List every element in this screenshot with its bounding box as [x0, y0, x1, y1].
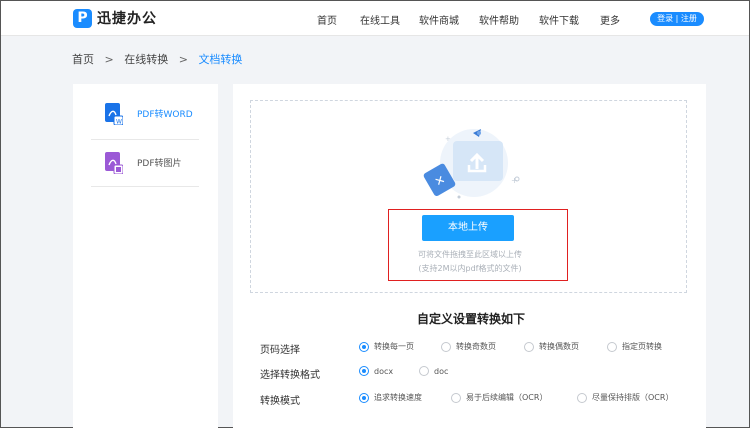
radio-label: docx: [374, 366, 394, 376]
svg-text:+: +: [445, 135, 451, 143]
radio-even-pages[interactable]: 转换偶数页: [524, 341, 579, 352]
logo-icon: P: [73, 8, 92, 28]
breadcrumb: 首页 > 在线转换 > 文档转换: [72, 51, 242, 67]
radio-format-doc[interactable]: doc: [419, 366, 448, 376]
nav-software-download[interactable]: 软件下载: [539, 12, 579, 27]
radio-label: 易于后续编辑（OCR）: [466, 393, 548, 402]
upload-illustration-icon: ✕ + +: [419, 127, 523, 199]
sidebar-item-label: PDF转WORD: [137, 109, 193, 120]
sidebar: W PDF转WORD PDF转图片: [73, 84, 218, 428]
radio-button-icon: [359, 366, 369, 376]
sidebar-divider: [91, 139, 199, 140]
radio-button-icon: [359, 392, 369, 403]
settings-title: 自定义设置转换如下: [416, 312, 525, 326]
nav-software-help[interactable]: 软件帮助: [479, 12, 519, 27]
radio-every-page[interactable]: 转换每一页: [359, 341, 414, 352]
radio-button-icon: [441, 341, 451, 352]
upload-hint-limit: (支持2M以内pdf格式的文件): [418, 264, 522, 273]
radio-format-docx[interactable]: docx: [359, 366, 393, 376]
breadcrumb-current: 文档转换: [198, 53, 243, 66]
format-selection-label: 选择转换格式: [260, 370, 320, 381]
breadcrumb-home[interactable]: 首页: [72, 53, 94, 66]
pdf-to-image-icon: [105, 152, 124, 175]
svg-text:W: W: [116, 119, 122, 126]
radio-label: 转换偶数页: [539, 342, 579, 351]
radio-mode-layout-ocr[interactable]: 尽量保持排版（OCR）: [577, 392, 673, 403]
radio-button-icon: [451, 392, 461, 403]
login-register-button[interactable]: 登录 | 注册: [650, 12, 704, 26]
page-selection-label: 页码选择: [260, 345, 300, 356]
radio-label: 追求转换速度: [374, 393, 422, 402]
radio-button-icon: [524, 341, 534, 352]
radio-button-icon: [607, 341, 617, 352]
radio-label: doc: [434, 366, 449, 376]
pdf-to-word-icon: W: [105, 103, 124, 126]
nav-home[interactable]: 首页: [317, 12, 337, 27]
top-header: P 迅捷办公 首页 在线工具 软件商城 软件帮助 软件下载 更多 登录 | 注册: [1, 1, 749, 36]
radio-odd-pages[interactable]: 转换奇数页: [441, 341, 496, 352]
radio-button-icon: [359, 341, 369, 352]
breadcrumb-separator: >: [104, 53, 114, 66]
logo-text: 迅捷办公: [97, 11, 157, 27]
radio-label: 指定页转换: [622, 342, 662, 351]
breadcrumb-online-convert[interactable]: 在线转换: [124, 53, 168, 66]
radio-label: 尽量保持排版（OCR）: [592, 393, 674, 402]
radio-label: 转换奇数页: [456, 342, 496, 351]
sidebar-divider: [91, 186, 199, 187]
radio-button-icon: [577, 392, 587, 403]
convert-mode-label: 转换模式: [260, 396, 300, 407]
sidebar-item-pdf-to-word[interactable]: W PDF转WORD: [105, 103, 193, 126]
sidebar-item-label: PDF转图片: [137, 158, 182, 169]
sidebar-item-pdf-to-image[interactable]: PDF转图片: [105, 152, 182, 175]
nav-more[interactable]: 更多: [600, 12, 620, 27]
upload-hint-drag: 可将文件拖拽至此区域以上传: [418, 250, 522, 259]
radio-specified-pages[interactable]: 指定页转换: [607, 341, 662, 352]
nav-software-store[interactable]: 软件商城: [419, 12, 459, 27]
nav-online-tools[interactable]: 在线工具: [360, 12, 400, 27]
radio-button-icon: [419, 366, 429, 376]
radio-mode-editable-ocr[interactable]: 易于后续编辑（OCR）: [451, 392, 547, 403]
local-upload-button[interactable]: 本地上传: [422, 215, 514, 241]
radio-label: 转换每一页: [374, 342, 414, 351]
logo[interactable]: P 迅捷办公: [73, 8, 157, 28]
radio-mode-speed[interactable]: 追求转换速度: [359, 392, 422, 403]
breadcrumb-separator: >: [178, 53, 188, 66]
